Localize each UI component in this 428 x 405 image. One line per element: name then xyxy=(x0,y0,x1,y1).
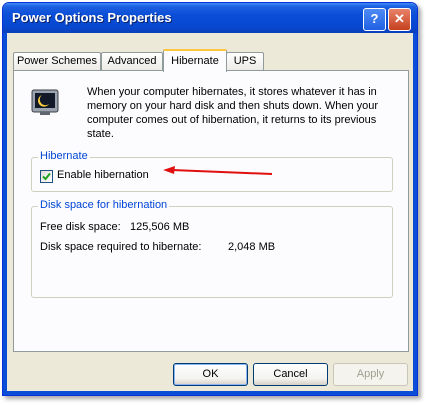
free-disk-space-value: 125,506 MB xyxy=(130,221,190,233)
red-arrow-icon xyxy=(163,166,273,175)
disk-space-group: Disk space for hibernation Free disk spa… xyxy=(31,199,393,298)
checkmark-icon xyxy=(42,172,51,181)
help-button[interactable]: ? xyxy=(363,8,386,31)
monitor-moon-icon xyxy=(31,89,59,115)
hibernate-description: When your computer hibernates, it stores… xyxy=(87,86,379,140)
apply-button[interactable]: Apply xyxy=(333,363,408,386)
hibernate-group-title: Hibernate xyxy=(38,150,90,162)
enable-hibernation-checkbox[interactable] xyxy=(40,170,53,183)
tab-power-schemes[interactable]: Power Schemes xyxy=(13,52,101,70)
window-title: Power Options Properties xyxy=(12,10,172,25)
cancel-button[interactable]: Cancel xyxy=(253,363,328,386)
hibernate-group: Hibernate Enable hibernation xyxy=(31,150,393,192)
window-frame-bottom xyxy=(3,391,417,395)
tab-ups[interactable]: UPS xyxy=(226,52,264,70)
window-frame-left xyxy=(3,33,7,395)
close-button[interactable]: ✕ xyxy=(388,8,411,31)
title-bar[interactable]: Power Options Properties ? ✕ xyxy=(3,3,417,33)
disk-space-group-title: Disk space for hibernation xyxy=(38,199,170,211)
free-disk-space-label: Free disk space: xyxy=(40,221,121,233)
ok-button[interactable]: OK xyxy=(173,363,248,386)
tab-panel-hibernate: When your computer hibernates, it stores… xyxy=(13,70,409,352)
dialog-window: Power Options Properties ? ✕ Power Schem… xyxy=(2,2,418,396)
tab-hibernate[interactable]: Hibernate xyxy=(163,49,227,72)
required-disk-space-value: 2,048 MB xyxy=(228,241,276,253)
tab-advanced[interactable]: Advanced xyxy=(101,52,163,70)
window-frame-right xyxy=(413,33,417,395)
required-disk-space-label: Disk space required to hibernate: xyxy=(40,241,202,253)
enable-hibernation-label[interactable]: Enable hibernation xyxy=(57,169,149,181)
